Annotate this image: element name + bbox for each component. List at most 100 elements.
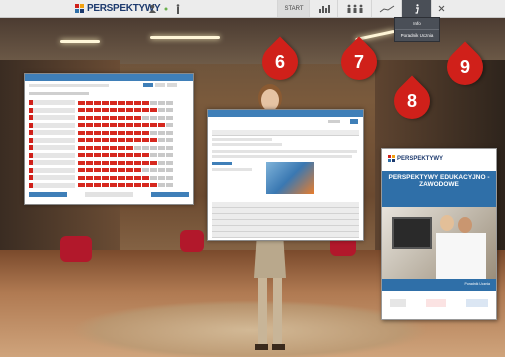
annotation-marker-8: 8 bbox=[386, 75, 438, 127]
book-logo: PERSPEKTYWY bbox=[388, 155, 443, 162]
text-line bbox=[212, 150, 357, 153]
chart-icon bbox=[319, 5, 330, 13]
figure-button[interactable] bbox=[171, 0, 185, 17]
result-row[interactable] bbox=[29, 175, 173, 180]
result-row-bars bbox=[78, 130, 173, 135]
top-toolbar: PERSPEKTYWY START bbox=[0, 0, 505, 18]
result-row-bars bbox=[78, 138, 173, 142]
result-row-label bbox=[29, 100, 75, 105]
section-label bbox=[29, 92, 89, 95]
result-row[interactable] bbox=[29, 145, 173, 150]
pagination[interactable] bbox=[85, 192, 133, 197]
panel-button[interactable] bbox=[143, 83, 153, 87]
guide-book[interactable]: PERSPEKTYWY PERSPEKTYWY EDUKACYJNO - ZAW… bbox=[381, 148, 497, 320]
result-row-bars bbox=[78, 108, 173, 112]
person-graphic bbox=[458, 217, 472, 233]
result-row-label bbox=[29, 145, 75, 150]
book-title: PERSPEKTYWY EDUKACYJNO - ZAWODOWE bbox=[388, 174, 490, 188]
text-line bbox=[212, 155, 352, 158]
close-button[interactable] bbox=[431, 0, 450, 17]
section-header bbox=[212, 130, 359, 136]
dot-icon bbox=[164, 7, 168, 10]
result-row[interactable] bbox=[29, 100, 173, 105]
panel-close-button[interactable] bbox=[350, 119, 358, 124]
logo-mark-icon bbox=[388, 155, 395, 162]
result-row-label bbox=[29, 115, 75, 120]
section-header bbox=[212, 232, 359, 238]
result-row-label bbox=[29, 137, 75, 143]
panel-header-text bbox=[29, 84, 109, 87]
user-button[interactable] bbox=[143, 0, 161, 17]
start-label: START bbox=[284, 5, 304, 12]
red-chair bbox=[60, 236, 92, 262]
result-row-label bbox=[29, 152, 75, 158]
result-row[interactable] bbox=[29, 152, 173, 158]
text-line bbox=[212, 143, 282, 146]
panel-button[interactable] bbox=[155, 83, 165, 87]
text-line bbox=[212, 138, 272, 141]
result-row-label bbox=[29, 122, 75, 128]
result-row-label bbox=[29, 160, 75, 165]
result-row-label bbox=[29, 175, 75, 180]
result-row[interactable] bbox=[29, 137, 173, 143]
annotation-marker-7: 7 bbox=[333, 36, 385, 88]
sponsor-logo bbox=[426, 299, 446, 307]
result-row[interactable] bbox=[29, 107, 173, 113]
result-row-bars bbox=[78, 175, 173, 180]
virtual-room-scene: PERSPEKTYWY PERSPEKTYWY EDUKACYJNO - ZAW… bbox=[0, 0, 505, 357]
chart-button[interactable] bbox=[309, 0, 338, 17]
book-tag: Poradnik Ucznia bbox=[464, 282, 490, 286]
result-row-bars bbox=[78, 145, 173, 150]
result-row-bars bbox=[78, 168, 173, 172]
result-row-bars bbox=[78, 183, 173, 187]
trend-button[interactable] bbox=[371, 0, 402, 17]
panel-link[interactable] bbox=[328, 120, 340, 123]
panel-title-bar bbox=[208, 110, 363, 117]
sponsor-logo bbox=[466, 299, 488, 307]
result-row-bars bbox=[78, 100, 173, 105]
ceiling-light bbox=[150, 36, 220, 39]
trend-icon bbox=[379, 5, 395, 12]
result-row-label bbox=[29, 107, 75, 113]
sponsor-logo bbox=[390, 299, 406, 307]
people-button[interactable] bbox=[337, 0, 372, 17]
next-button[interactable] bbox=[151, 192, 189, 197]
annotation-marker-9: 9 bbox=[439, 41, 491, 93]
result-row-label bbox=[29, 182, 75, 188]
link[interactable] bbox=[212, 162, 232, 165]
book-cover-photo bbox=[382, 207, 496, 279]
result-row[interactable] bbox=[29, 167, 173, 173]
result-row-bars bbox=[78, 153, 173, 157]
people-clothes-graphic bbox=[436, 233, 486, 279]
result-row-label bbox=[29, 167, 75, 173]
result-row[interactable] bbox=[29, 122, 173, 128]
text-line bbox=[212, 168, 252, 171]
result-row-bars bbox=[78, 115, 173, 120]
result-row-bars bbox=[78, 160, 173, 165]
logo-mark-icon bbox=[75, 4, 84, 13]
annotation-marker-6: 6 bbox=[254, 36, 306, 88]
results-panel[interactable] bbox=[24, 73, 194, 205]
info-button[interactable] bbox=[401, 0, 432, 17]
back-button[interactable] bbox=[29, 192, 67, 197]
panel-title-bar bbox=[25, 74, 193, 81]
result-row[interactable] bbox=[29, 182, 173, 188]
people-icon bbox=[347, 4, 363, 13]
ceiling-light bbox=[60, 40, 100, 43]
book-logo-text: PERSPEKTYWY bbox=[397, 155, 444, 162]
info-dropdown-menu: Info Poradnik Ucznia bbox=[394, 17, 440, 42]
profession-panel[interactable] bbox=[207, 109, 364, 241]
thumbnail-image[interactable] bbox=[266, 162, 314, 194]
panel-button[interactable] bbox=[167, 83, 177, 87]
result-row-bars bbox=[78, 123, 173, 127]
result-row[interactable] bbox=[29, 115, 173, 120]
person-graphic bbox=[440, 215, 454, 231]
menu-item-guide[interactable]: Poradnik Ucznia bbox=[395, 29, 439, 41]
figure-icon bbox=[176, 3, 180, 14]
close-icon bbox=[438, 5, 444, 12]
start-button[interactable]: START bbox=[277, 0, 310, 17]
menu-item-info[interactable]: Info bbox=[395, 18, 439, 29]
result-row[interactable] bbox=[29, 130, 173, 135]
result-row[interactable] bbox=[29, 160, 173, 165]
monitor-graphic bbox=[392, 217, 432, 249]
